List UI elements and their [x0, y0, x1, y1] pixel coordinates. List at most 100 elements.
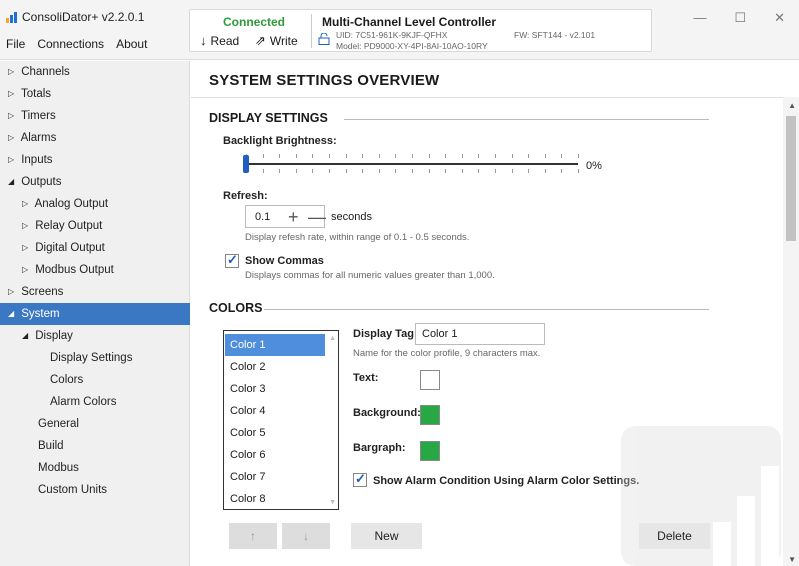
minimize-icon[interactable]: —	[693, 10, 706, 26]
sidebar-item-analog-output[interactable]: ▷ Analog Output	[0, 193, 190, 215]
upload-share-icon: ⇗	[255, 33, 266, 48]
menu-about[interactable]: About	[116, 37, 147, 51]
expand-icon: ▷	[8, 287, 15, 296]
sidebar-item-display[interactable]: ◢ Display	[0, 325, 190, 347]
list-item[interactable]: Color 4	[225, 400, 325, 422]
sidebar-item-modbus-output[interactable]: ▷ Modbus Output	[0, 259, 190, 281]
expand-icon: ▷	[8, 155, 15, 164]
slider-tick	[412, 169, 413, 173]
sidebar-item-build[interactable]: Build	[0, 435, 190, 457]
display-tag-input[interactable]: Color 1	[415, 323, 545, 345]
refresh-input[interactable]: 0.1	[255, 211, 270, 223]
sidebar-item-label: Modbus Output	[35, 264, 114, 276]
download-arrow-icon: ↓	[200, 33, 207, 48]
close-icon[interactable]: ✕	[774, 10, 785, 26]
alarm-condition-checkbox[interactable]: ✓	[353, 471, 367, 487]
slider-tick	[445, 154, 447, 158]
slider-tick	[312, 169, 314, 173]
sidebar-item-alarms[interactable]: ▷ Alarms	[0, 127, 190, 149]
list-item[interactable]: Color 3	[225, 378, 325, 400]
sidebar-item-label: Totals	[21, 88, 52, 100]
new-button[interactable]: New	[351, 523, 422, 549]
sidebar-item-label: Display	[35, 330, 73, 342]
checkmark-icon: ✓	[355, 471, 366, 486]
show-commas-checkbox[interactable]: ✓	[225, 252, 239, 268]
scroll-up-icon[interactable]: ▲	[788, 101, 796, 110]
menu-file[interactable]: File	[6, 37, 25, 51]
scroll-down-icon[interactable]: ▼	[329, 499, 336, 506]
list-item[interactable]: Color 1	[225, 334, 325, 356]
sidebar-item-display-settings[interactable]: Display Settings	[0, 347, 190, 369]
sidebar-item-totals[interactable]: ▷ Totals	[0, 83, 190, 105]
slider-tick	[378, 169, 380, 173]
slider-tick	[279, 154, 281, 158]
sidebar-item-label: Build	[38, 440, 64, 452]
slider-tick	[578, 154, 579, 158]
move-down-button[interactable]: ↓	[282, 523, 330, 549]
divider	[311, 14, 312, 48]
list-item[interactable]: Color 5	[225, 422, 325, 444]
display-tag-label: Display Tag:	[353, 328, 418, 340]
slider-tick	[378, 154, 380, 158]
slider-tick	[395, 169, 397, 173]
show-commas-help: Displays commas for all numeric values g…	[245, 270, 495, 281]
backlight-slider-thumb[interactable]	[243, 155, 249, 173]
background-color-swatch[interactable]	[420, 405, 440, 425]
slider-tick	[461, 154, 463, 158]
backlight-slider-track[interactable]	[246, 163, 578, 165]
expand-icon: ▷	[22, 221, 29, 230]
sidebar-item-label: Modbus	[38, 462, 79, 474]
sidebar-item-label: Timers	[21, 110, 56, 122]
menu-connections[interactable]: Connections	[37, 37, 104, 51]
sidebar-item-alarm-colors[interactable]: Alarm Colors	[0, 391, 190, 413]
text-color-swatch[interactable]	[420, 370, 440, 390]
sidebar-item-general[interactable]: General	[0, 413, 190, 435]
slider-tick	[345, 169, 347, 173]
sidebar-item-screens[interactable]: ▷ Screens	[0, 281, 190, 303]
bargraph-color-swatch[interactable]	[420, 441, 440, 461]
scrollbar-thumb[interactable]	[786, 116, 796, 241]
sidebar-item-modbus[interactable]: Modbus	[0, 457, 190, 479]
sidebar-item-inputs[interactable]: ▷ Inputs	[0, 149, 190, 171]
refresh-label: Refresh:	[223, 190, 268, 202]
read-button[interactable]: ↓ Read	[200, 34, 239, 48]
write-button[interactable]: ⇗ Write	[255, 34, 298, 48]
scroll-up-icon[interactable]: ▲	[329, 335, 336, 342]
move-up-button[interactable]: ↑	[229, 523, 277, 549]
list-item[interactable]: Color 8	[225, 488, 325, 510]
sidebar-item-label: Outputs	[21, 176, 62, 188]
sidebar-item-label: Colors	[50, 374, 84, 386]
list-item[interactable]: Color 2	[225, 356, 325, 378]
list-item[interactable]: Color 7	[225, 466, 325, 488]
sidebar-item-label: Digital Output	[35, 242, 105, 254]
bar-chart-logo-icon	[6, 11, 18, 23]
sidebar-item-outputs[interactable]: ◢ Outputs	[0, 171, 190, 193]
plus-icon[interactable]: +	[288, 206, 299, 228]
slider-tick	[544, 169, 546, 173]
collapse-icon: ◢	[8, 177, 15, 186]
checkmark-icon: ✓	[227, 252, 238, 267]
maximize-icon[interactable]: ☐	[734, 10, 746, 26]
sidebar-item-digital-output[interactable]: ▷ Digital Output	[0, 237, 190, 259]
color-profile-list[interactable]: Color 1 Color 2 Color 3 Color 4 Color 5 …	[223, 330, 339, 510]
show-commas-label[interactable]: Show Commas	[245, 255, 324, 267]
sidebar-item-colors[interactable]: Colors	[0, 369, 190, 391]
connection-status: Connected	[223, 15, 286, 29]
sidebar-item-relay-output[interactable]: ▷ Relay Output	[0, 215, 190, 237]
slider-tick	[561, 154, 563, 158]
sidebar-item-timers[interactable]: ▷ Timers	[0, 105, 190, 127]
list-item[interactable]: Color 6	[225, 444, 325, 466]
minus-icon[interactable]: —	[308, 206, 326, 228]
expand-icon: ▷	[8, 67, 15, 76]
alarm-condition-label[interactable]: Show Alarm Condition Using Alarm Color S…	[373, 475, 639, 487]
refresh-stepper[interactable]: 0.1 + —	[245, 205, 326, 228]
slider-tick	[262, 154, 264, 158]
sidebar-item-system[interactable]: ◢ System	[0, 303, 190, 325]
display-settings-heading: DISPLAY SETTINGS	[209, 111, 328, 125]
delete-button[interactable]: Delete	[639, 523, 710, 549]
sidebar-item-custom-units[interactable]: Custom Units	[0, 479, 190, 501]
slider-tick	[428, 169, 430, 173]
scroll-down-icon[interactable]: ▼	[788, 555, 796, 564]
slider-tick	[544, 154, 546, 158]
sidebar-item-channels[interactable]: ▷ Channels	[0, 61, 190, 83]
